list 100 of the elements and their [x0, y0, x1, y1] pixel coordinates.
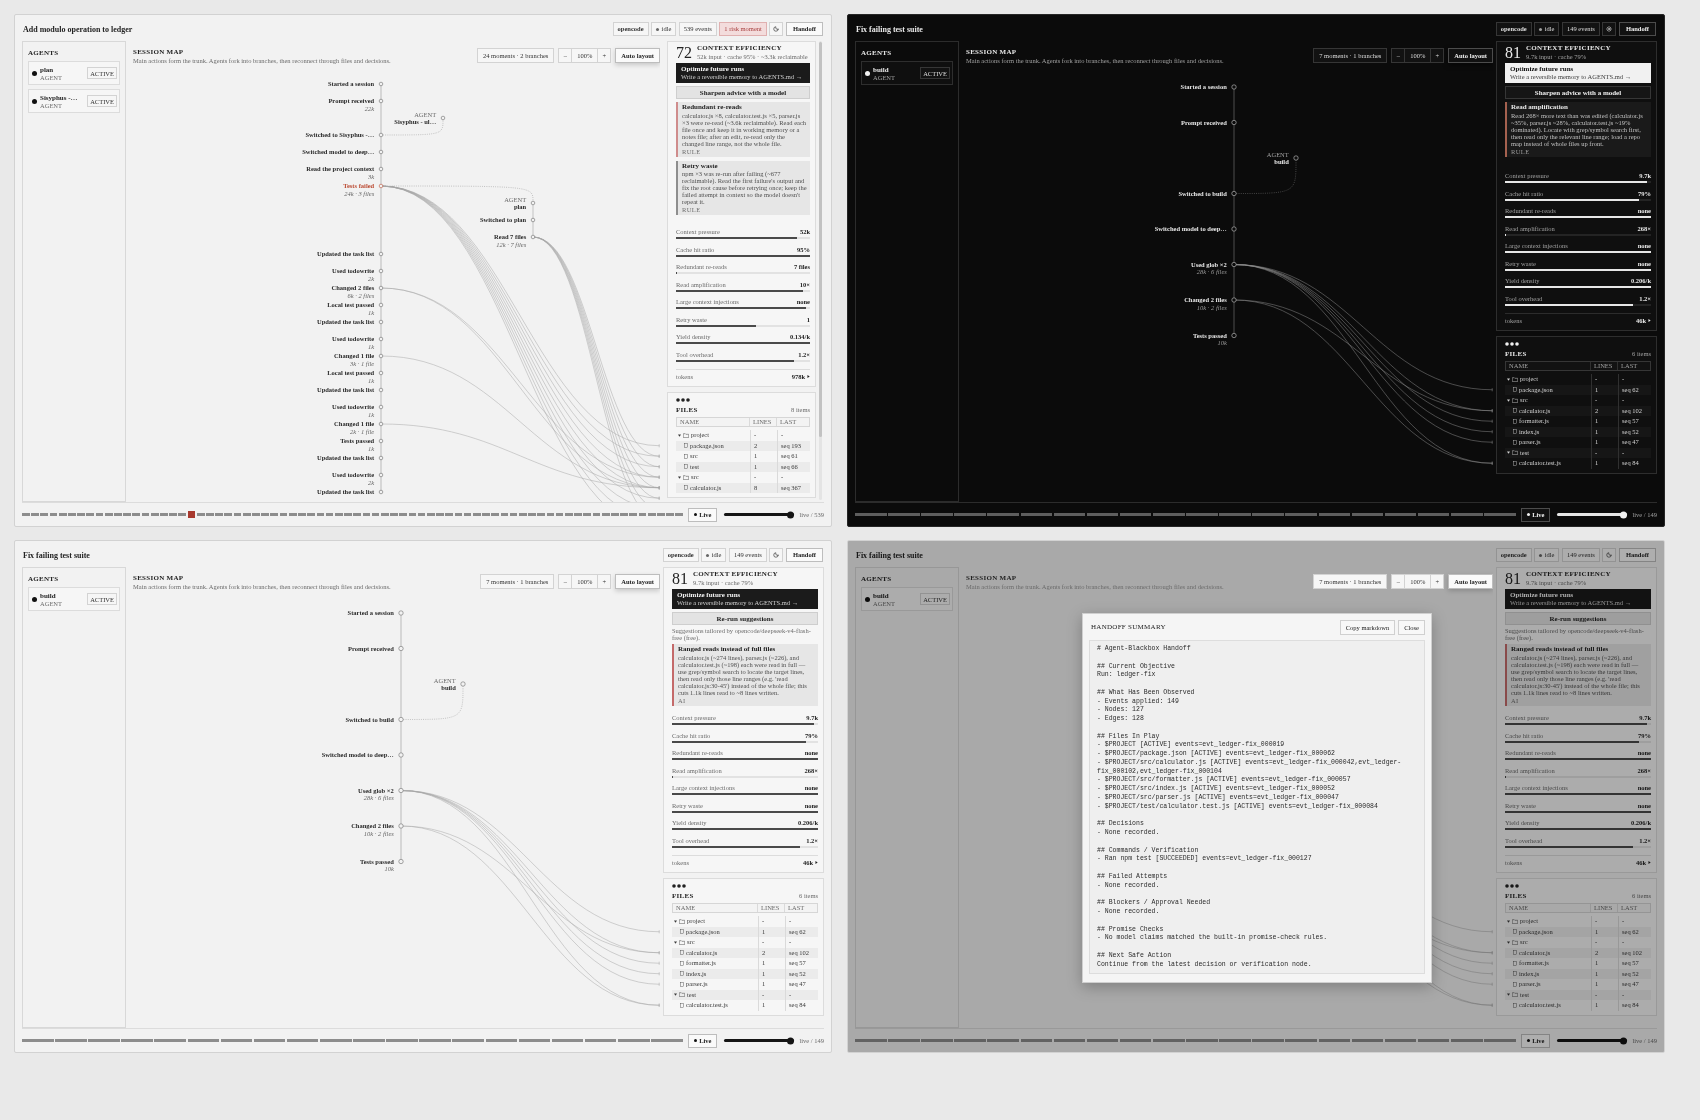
- timeline-segment[interactable]: [417, 513, 426, 516]
- timeline-segment[interactable]: [286, 1039, 319, 1042]
- timeline-segment[interactable]: [40, 513, 49, 516]
- timeline-segment[interactable]: [196, 513, 205, 516]
- timeline-segment[interactable]: [362, 513, 371, 516]
- timeline-segment[interactable]: [1318, 1039, 1351, 1042]
- caret-down-icon[interactable]: [1507, 398, 1510, 402]
- caret-down-icon[interactable]: [1507, 993, 1510, 997]
- timeline-segment[interactable]: [1384, 513, 1417, 516]
- timeline-segment[interactable]: [485, 1039, 518, 1042]
- caret-down-icon[interactable]: [678, 475, 681, 479]
- timeline-segment[interactable]: [220, 1039, 253, 1042]
- timeline-segment[interactable]: [1020, 513, 1053, 516]
- timeline-segment[interactable]: [1318, 513, 1351, 516]
- caret-down-icon[interactable]: [1507, 377, 1510, 381]
- timeline-segment[interactable]: [58, 513, 67, 516]
- timeline-segment[interactable]: [1417, 1039, 1450, 1042]
- timeline-segment[interactable]: [1351, 1039, 1384, 1042]
- timeline-segment[interactable]: [1384, 1039, 1417, 1042]
- slider-thumb[interactable]: [1620, 1037, 1628, 1044]
- timeline-segment[interactable]: [253, 1039, 286, 1042]
- caret-down-icon[interactable]: [674, 993, 677, 997]
- caret-down-icon[interactable]: [678, 433, 681, 437]
- caret-down-icon[interactable]: [1507, 451, 1510, 455]
- timeline-segment[interactable]: [380, 513, 389, 516]
- timeline-segment[interactable]: [1020, 1039, 1053, 1042]
- timeline-segment[interactable]: [592, 513, 601, 516]
- timeline-segment[interactable]: [445, 513, 454, 516]
- timeline-segment[interactable]: [1450, 1039, 1483, 1042]
- timeline-segment[interactable]: [95, 513, 104, 516]
- timeline-segment[interactable]: [1119, 1039, 1152, 1042]
- timeline-segment[interactable]: [371, 513, 380, 516]
- timeline-segment[interactable]: [583, 513, 592, 516]
- timeline-segment[interactable]: [426, 513, 435, 516]
- timeline-segment[interactable]: [1450, 513, 1483, 516]
- timeline-segment[interactable]: [242, 513, 251, 516]
- timeline-segment[interactable]: [178, 513, 187, 516]
- timeline-segment[interactable]: [104, 513, 113, 516]
- timeline-segment[interactable]: [1285, 513, 1318, 516]
- timeline-slider[interactable]: [724, 1039, 795, 1042]
- timeline-segment[interactable]: [150, 513, 159, 516]
- timeline-slider[interactable]: [1557, 1039, 1628, 1042]
- timeline-slider[interactable]: [1557, 513, 1628, 516]
- folder-icon: [683, 474, 689, 480]
- timeline-segment[interactable]: [1086, 1039, 1119, 1042]
- timeline-segment[interactable]: [233, 513, 242, 516]
- caret-down-icon[interactable]: [674, 940, 677, 944]
- timeline-segment[interactable]: [675, 513, 684, 516]
- slider-thumb[interactable]: [1620, 511, 1628, 518]
- caret-down-icon[interactable]: [674, 919, 677, 923]
- timeline-segment[interactable]: [500, 513, 509, 516]
- timeline-segment[interactable]: [141, 513, 150, 516]
- timeline-segment[interactable]: [537, 513, 546, 516]
- timeline-segment[interactable]: [555, 513, 564, 516]
- timeline-segment[interactable]: [472, 513, 481, 516]
- timeline-segment[interactable]: [601, 513, 610, 516]
- timeline-segment[interactable]: [647, 513, 656, 516]
- timeline-segment[interactable]: [1351, 513, 1384, 516]
- timeline-segment[interactable]: [518, 513, 527, 516]
- timeline-segment[interactable]: [987, 513, 1020, 516]
- timeline-segment[interactable]: [334, 513, 343, 516]
- timeline-segment[interactable]: [49, 513, 58, 516]
- timeline-segment[interactable]: [154, 1039, 187, 1042]
- slider-thumb[interactable]: [787, 1037, 795, 1044]
- timeline-segment[interactable]: [187, 511, 196, 518]
- timeline-segment[interactable]: [454, 513, 463, 516]
- timeline-segment[interactable]: [546, 513, 555, 516]
- timeline-segment[interactable]: [1086, 513, 1119, 516]
- timeline-segment[interactable]: [316, 513, 325, 516]
- timeline-segment[interactable]: [408, 513, 417, 516]
- timeline-segment[interactable]: [279, 513, 288, 516]
- timeline-segment[interactable]: [1417, 513, 1450, 516]
- timeline-segment[interactable]: [1053, 1039, 1086, 1042]
- caret-down-icon[interactable]: [1507, 940, 1510, 944]
- timeline-segment[interactable]: [629, 513, 638, 516]
- timeline-segment[interactable]: [617, 1039, 650, 1042]
- timeline-segment[interactable]: [491, 513, 500, 516]
- timeline-segment[interactable]: [452, 1039, 485, 1042]
- timeline-segment[interactable]: [518, 1039, 551, 1042]
- timeline-segment[interactable]: [86, 513, 95, 516]
- timeline-segment[interactable]: [584, 1039, 617, 1042]
- theme-toggle[interactable]: [1602, 22, 1617, 36]
- caret-down-icon[interactable]: [1507, 919, 1510, 923]
- timeline-segment[interactable]: [132, 513, 141, 516]
- timeline-segment[interactable]: [270, 513, 279, 516]
- timeline-slider[interactable]: [724, 513, 795, 516]
- timeline-segment[interactable]: [1285, 1039, 1318, 1042]
- timeline-segment[interactable]: [288, 513, 297, 516]
- timeline-segment[interactable]: [551, 1039, 584, 1042]
- timeline-segment[interactable]: [509, 513, 518, 516]
- slider-thumb[interactable]: [787, 511, 795, 518]
- timeline-segment[interactable]: [987, 1039, 1020, 1042]
- timeline-segment[interactable]: [224, 513, 233, 516]
- timeline-segment[interactable]: [399, 513, 408, 516]
- timeline-segment[interactable]: [325, 513, 334, 516]
- timeline-segment[interactable]: [187, 1039, 220, 1042]
- timeline-segment[interactable]: [638, 513, 647, 516]
- timeline-segment[interactable]: [463, 513, 472, 516]
- timeline-segment[interactable]: [1053, 513, 1086, 516]
- timeline-segment[interactable]: [1119, 513, 1152, 516]
